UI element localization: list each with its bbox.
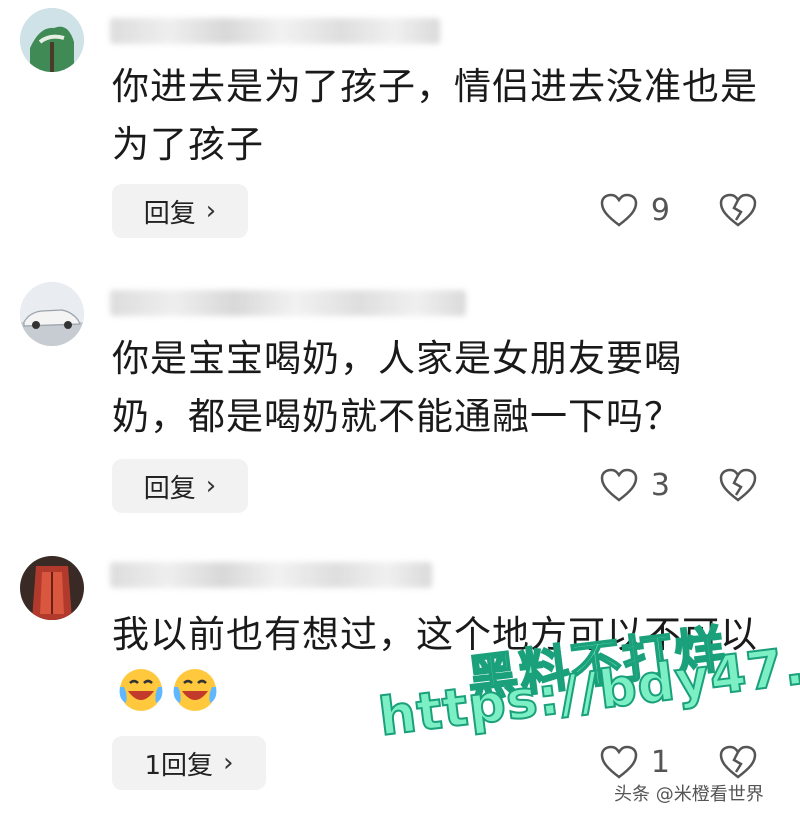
chevron-right-icon: › — [223, 748, 234, 778]
like-count: 9 — [650, 192, 670, 228]
broken-heart-icon[interactable] — [718, 192, 758, 228]
avatar-image — [20, 282, 84, 346]
comment-text: 你是宝宝喝奶，人家是女朋友要喝奶，都是喝奶就不能通融一下吗？ — [112, 337, 682, 438]
username-blurred — [110, 562, 432, 588]
like-button[interactable]: 3 — [599, 467, 670, 503]
like-count: 3 — [650, 467, 670, 503]
avatar-image — [20, 8, 84, 72]
heart-outline-icon — [600, 745, 638, 779]
avatar[interactable] — [20, 282, 84, 346]
username-blurred — [110, 290, 466, 316]
avatar[interactable] — [20, 8, 84, 72]
heart-outline-icon — [600, 193, 638, 227]
avatar-image — [20, 556, 84, 620]
heart-outline-icon — [600, 468, 638, 502]
broken-heart-icon[interactable] — [718, 744, 758, 780]
reply-button[interactable]: 回复 › — [112, 184, 248, 238]
source-watermark: 头条 @米橙看世界 — [612, 780, 766, 806]
reply-label: 回复 — [143, 198, 196, 229]
reply-button[interactable]: 1回复 › — [112, 736, 266, 790]
like-button[interactable]: 1 — [599, 744, 670, 780]
reply-label: 1回复 — [144, 750, 214, 781]
avatar[interactable] — [20, 556, 84, 620]
like-count: 1 — [650, 744, 670, 780]
chevron-right-icon: › — [205, 196, 217, 226]
chevron-right-icon: › — [205, 471, 217, 501]
reply-button[interactable]: 回复 › — [112, 459, 248, 513]
username-blurred — [110, 18, 440, 44]
broken-heart-icon[interactable] — [718, 467, 758, 503]
like-button[interactable]: 9 — [599, 192, 670, 228]
laughing-crying-emoji — [173, 669, 217, 711]
laughing-crying-emoji — [119, 669, 163, 711]
reply-label: 回复 — [143, 473, 196, 504]
comment-text: 你进去是为了孩子，情侣进去没准也是为了孩子 — [112, 65, 758, 166]
